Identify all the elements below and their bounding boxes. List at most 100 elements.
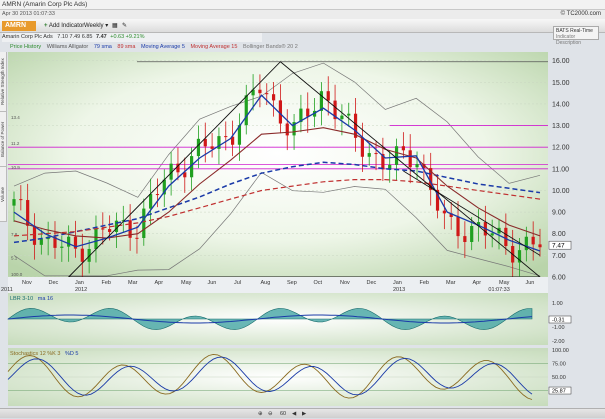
price-chart[interactable]: 13.411.210.97.85.1100.0 16.0015.0014.001… [0, 0, 605, 418]
candle-body [80, 248, 84, 262]
inline-label: 5.1 [11, 256, 18, 261]
price-tick-label: 14.00 [552, 101, 570, 108]
time-readout: 01:07:33 [488, 287, 509, 293]
month-label: Apr [155, 280, 164, 286]
year-label: 2011 [1, 287, 13, 293]
price-tick-label: 10.00 [552, 188, 570, 195]
candle-body [319, 91, 324, 111]
candle-body [67, 236, 71, 247]
price-tick-label: 6.00 [552, 275, 566, 282]
tc2000-window: AMRN (Amarin Corp Plc Ads) Apr 30 2013 0… [0, 0, 605, 418]
candle-body [265, 93, 269, 95]
month-label: Jun [208, 280, 217, 286]
stoch-name: Stochastics 12 %K 3 [10, 351, 61, 357]
stoch-d-name: %D 5 [64, 351, 79, 357]
candle-body [504, 227, 508, 247]
lbr-axis-label: 1.00 [552, 301, 563, 307]
month-label: Dec [49, 280, 59, 286]
candle-body [374, 153, 378, 155]
time-axis-bg [8, 277, 548, 293]
time-axis: Nov Dec Jan Feb Mar Apr May Jun Jul Aug Sep Oct Nov D… [1, 277, 548, 293]
candle-body [149, 194, 153, 209]
month-label: Mar [446, 280, 456, 286]
candle-body [19, 199, 23, 201]
month-label: Feb [420, 280, 429, 286]
candle-body [442, 210, 446, 214]
month-label: Jul [234, 280, 241, 286]
candle-body [196, 138, 201, 157]
candle-body [155, 194, 160, 196]
month-label: Nov [22, 280, 32, 286]
candle-body [538, 244, 542, 248]
candle-body [463, 236, 467, 242]
inline-label: 13.4 [11, 115, 20, 120]
price-tick-label: 11.00 [552, 166, 569, 173]
candle-body [258, 89, 262, 94]
month-label: May [181, 280, 192, 286]
lbr-tag-label: -0.31 [552, 318, 565, 324]
stoch-axis-label: 100.00 [552, 348, 569, 354]
bottom-scrollbar[interactable]: ⊕ ⊖ 60 ◀ ▶ [0, 408, 605, 418]
price-tick-label: 7.00 [552, 253, 566, 260]
month-label: Nov [340, 280, 350, 286]
candle-body [360, 137, 364, 157]
candle-body [490, 233, 494, 236]
candle-body [456, 216, 460, 237]
candle-body [244, 95, 248, 126]
candle-body [401, 146, 405, 151]
stoch-label[interactable]: Stochastics 12 %K 3 %D 5 [10, 350, 78, 358]
month-label: Dec [367, 280, 377, 286]
candle-body [12, 199, 16, 206]
candle-body [415, 164, 419, 168]
inline-label: 100.0 [11, 272, 23, 277]
month-label: Feb [102, 280, 111, 286]
candle-body [326, 91, 330, 101]
month-label: May [499, 280, 510, 286]
candle-body [306, 108, 310, 117]
candle-body [408, 150, 412, 168]
stoch-axis-label: 50.00 [552, 375, 566, 381]
price-tick-label: 12.00 [552, 145, 570, 152]
candle-body [271, 94, 276, 101]
candle-body [94, 228, 98, 249]
price-tick-label: 8.00 [552, 231, 566, 238]
candle-body [142, 208, 146, 239]
lbr-label[interactable]: LBR 3-10 ma 16 [10, 295, 53, 303]
candle-body [394, 146, 399, 165]
candle-body [524, 236, 528, 251]
price-tick-label: 15.00 [552, 80, 570, 87]
candle-body [285, 123, 289, 136]
inline-label: 10.9 [11, 165, 20, 170]
month-label: Mar [128, 280, 138, 286]
month-label: Sep [287, 280, 297, 286]
year-label: 2013 [393, 287, 405, 293]
candle-body [367, 153, 371, 157]
price-axis: 16.00 15.00 14.00 13.00 12.00 11.00 10.00 9.00 8… [548, 58, 572, 282]
candle-body [108, 229, 112, 232]
stoch-axis-label: 75.00 [552, 362, 566, 368]
candle-body [101, 228, 105, 230]
price-tick-label: 9.00 [552, 210, 566, 217]
lbr-axis-label: -2.00 [552, 339, 565, 345]
lbr-ma-name: ma 16 [37, 296, 54, 302]
price-tick-label: 13.00 [552, 123, 570, 130]
candle-body [347, 113, 351, 116]
month-label: Oct [314, 280, 323, 286]
candle-body [531, 236, 535, 245]
candle-body [203, 138, 207, 147]
month-label: Aug [261, 280, 271, 286]
stoch-tag-label: 25.87 [552, 389, 566, 395]
price-tick-label: 16.00 [552, 58, 570, 65]
month-label: Apr [473, 280, 482, 286]
candle-body [135, 237, 139, 239]
year-label: 2012 [75, 287, 87, 293]
month-label: Jun [526, 280, 535, 286]
month-label: Jan [393, 280, 402, 286]
candle-body [210, 146, 214, 149]
lbr-axis-label: -1.00 [552, 325, 565, 331]
candle-body [39, 239, 43, 245]
lbr-name: LBR 3-10 [10, 296, 34, 302]
candle-body [224, 136, 228, 138]
candle-body [32, 225, 37, 245]
candle-body [60, 246, 64, 248]
